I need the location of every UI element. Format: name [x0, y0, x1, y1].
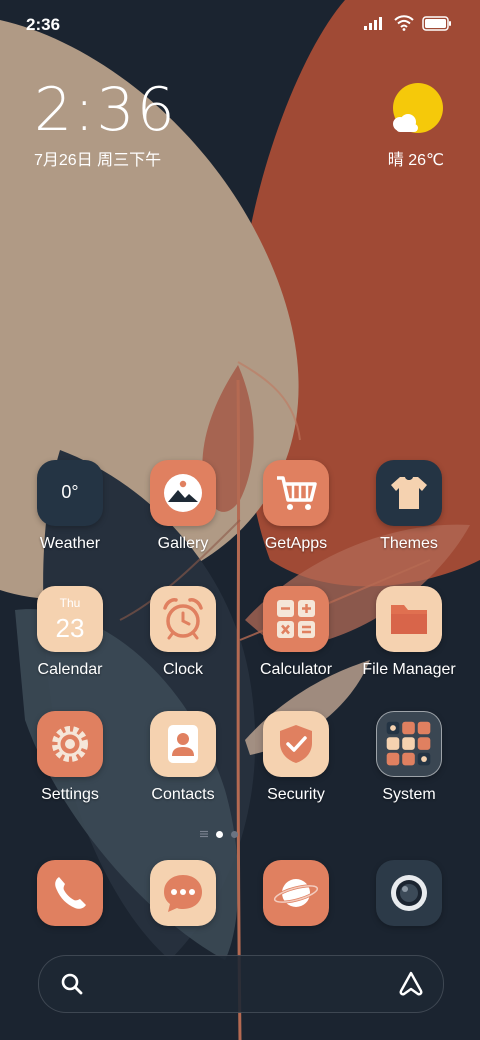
app-clock[interactable]: Clock: [128, 586, 238, 679]
folder-icon: [376, 586, 442, 652]
dock-messages[interactable]: [128, 860, 238, 926]
dock-browser[interactable]: [241, 860, 351, 926]
status-icons: [364, 15, 452, 31]
app-file-manager[interactable]: File Manager: [354, 586, 464, 679]
app-weather[interactable]: 0° Weather: [15, 460, 125, 553]
sun-cloud-icon: [393, 83, 443, 133]
wifi-icon: [394, 15, 414, 31]
gallery-icon: [150, 460, 216, 526]
app-system-folder[interactable]: System: [354, 711, 464, 804]
contact-icon: [150, 711, 216, 777]
clock-widget-time: 2:36: [34, 75, 177, 145]
app-label: Security: [267, 786, 325, 803]
battery-icon: [422, 15, 451, 31]
page-indicator[interactable]: [200, 830, 238, 838]
app-label: Themes: [380, 535, 438, 552]
app-label: System: [382, 786, 436, 803]
app-label: File Manager: [362, 661, 456, 678]
weather-text: 晴 26℃: [387, 152, 444, 169]
calculator-icon: [263, 586, 329, 652]
gear-icon: [37, 711, 103, 777]
page-dot: [231, 830, 238, 838]
clock-widget-date: 7月26日 周三下午: [34, 152, 162, 169]
app-contacts[interactable]: Contacts: [128, 711, 238, 804]
app-label: Calendar: [37, 661, 103, 678]
app-label: Gallery: [157, 535, 209, 552]
app-security[interactable]: Security: [241, 711, 351, 804]
camera-icon: [376, 860, 442, 926]
status-bar: 2:36: [0, 0, 480, 50]
calendar-weekday: Thu: [59, 596, 81, 610]
app-label: Contacts: [151, 786, 215, 803]
weather-icon: 0°: [37, 460, 103, 526]
search-icon[interactable]: [60, 972, 84, 996]
weather-widget[interactable]: 晴 26℃: [364, 82, 444, 169]
search-bar[interactable]: [38, 955, 444, 1013]
cart-icon: [263, 460, 329, 526]
phone-icon: [37, 860, 103, 926]
alarm-clock-icon: [150, 586, 216, 652]
app-label: Clock: [162, 661, 203, 678]
app-themes[interactable]: Themes: [354, 460, 464, 553]
shield-check-icon: [263, 711, 329, 777]
app-label: GetApps: [264, 535, 328, 552]
app-settings[interactable]: Settings: [15, 711, 125, 804]
calendar-day: 23: [55, 613, 85, 643]
app-getapps[interactable]: GetApps: [241, 460, 351, 553]
app-label: Weather: [39, 535, 101, 552]
weather-temp: 0°: [61, 482, 79, 502]
tshirt-icon: [376, 460, 442, 526]
browser-planet-icon: [263, 860, 329, 926]
app-label: Calculator: [259, 661, 333, 678]
assistant-icon[interactable]: [397, 971, 425, 997]
page-list-icon: [200, 830, 208, 838]
messages-icon: [150, 860, 216, 926]
clock-widget[interactable]: 2:36 7月26日 周三下午: [34, 78, 177, 170]
app-calculator[interactable]: Calculator: [241, 586, 351, 679]
app-gallery[interactable]: Gallery: [128, 460, 238, 553]
dock-camera[interactable]: [354, 860, 464, 926]
page-dot-active: [216, 830, 223, 838]
signal-icon: [364, 17, 382, 30]
status-time: 2:36: [26, 15, 61, 34]
calendar-icon: Thu 23: [37, 586, 103, 652]
folder-grid-icon: [376, 711, 442, 777]
app-calendar[interactable]: Thu 23 Calendar: [15, 586, 125, 679]
dock-phone[interactable]: [15, 860, 125, 926]
app-label: Settings: [41, 786, 99, 803]
search-input[interactable]: [99, 970, 383, 1000]
